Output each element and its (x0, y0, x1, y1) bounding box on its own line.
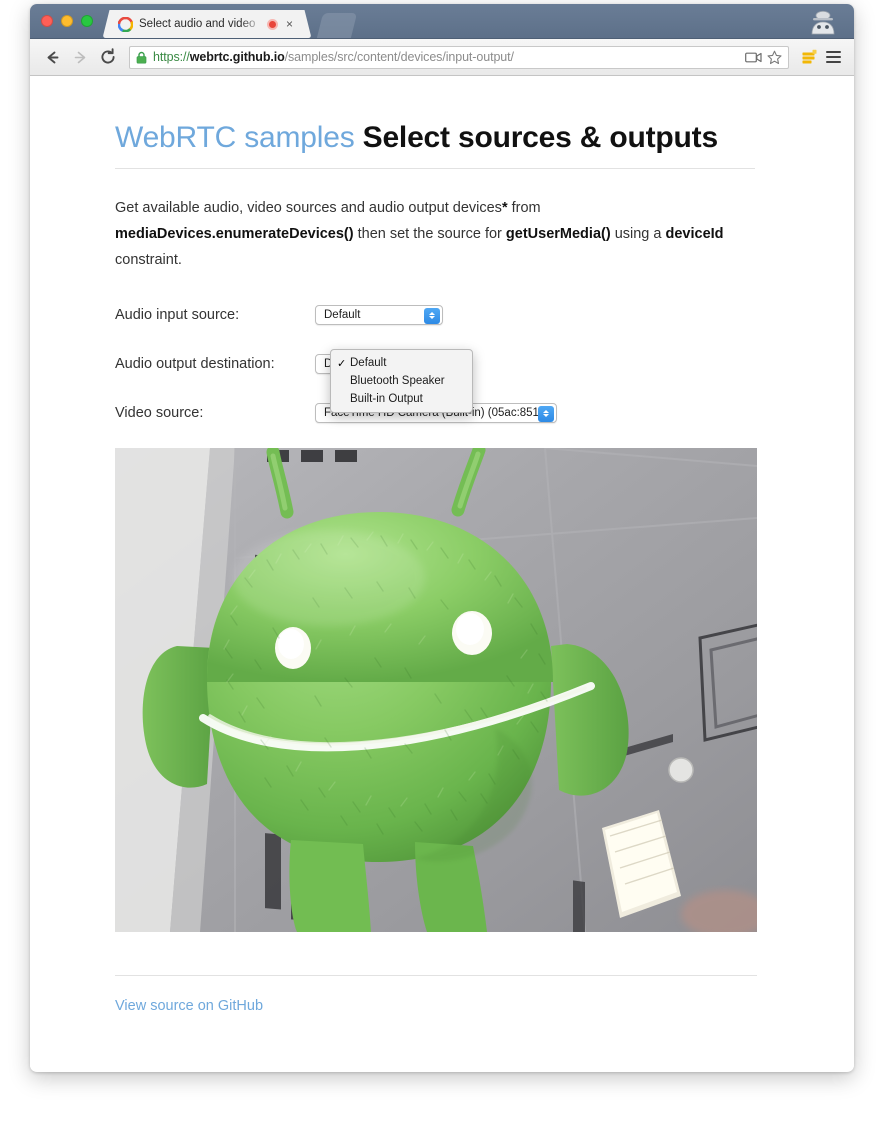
close-tab-icon[interactable]: × (283, 17, 296, 31)
url-host: webrtc.github.io (189, 50, 285, 64)
audio-output-label: Audio output destination: (115, 356, 275, 372)
reload-button[interactable] (95, 44, 121, 70)
audio-input-select[interactable]: Default (315, 305, 443, 325)
forward-button[interactable] (67, 44, 93, 70)
page-title-main: Select sources & outputs (362, 121, 718, 154)
dropdown-option-built-in-output[interactable]: Built-in Output (331, 390, 472, 408)
video-source-label: Video source: (115, 405, 204, 421)
audio-input-value: Default (324, 309, 361, 321)
incognito-person-icon[interactable] (801, 6, 845, 38)
audio-input-label: Audio input source: (115, 307, 240, 323)
webrtc-logo-icon (117, 16, 134, 32)
footer-divider (115, 975, 757, 976)
address-bar[interactable]: https://webrtc.github.io/samples/src/con… (129, 45, 789, 69)
check-icon: ✓ (337, 357, 347, 370)
window-controls (41, 15, 93, 27)
browser-titlebar: Select audio and video × (30, 4, 854, 39)
video-preview-frame (115, 448, 757, 932)
dropdown-option-label: Bluetooth Speaker (350, 375, 445, 387)
intro-code-enumerate-devices: mediaDevices.enumerateDevices() (115, 226, 354, 242)
dropdown-option-label: Default (350, 357, 387, 369)
camera-access-icon[interactable] (745, 51, 762, 64)
dropdown-option-label: Built-in Output (350, 393, 423, 405)
tab-title: Select audio and video (139, 18, 256, 30)
new-tab-button[interactable] (316, 13, 358, 38)
device-selection-form: Audio input source: Default Audio output… (115, 301, 755, 427)
audio-output-dropdown-menu[interactable]: ✓ Default Bluetooth Speaker Built-in Out… (330, 349, 473, 413)
secure-lock-icon (136, 51, 147, 64)
star-icon[interactable] (767, 50, 782, 65)
intro-text-1: Get available audio, video sources and a… (115, 200, 502, 216)
web-page: WebRTC samples Select sources & outputs … (30, 76, 854, 1071)
intro-text-4: using a (610, 226, 666, 242)
browser-toolbar: https://webrtc.github.io/samples/src/con… (30, 39, 854, 76)
recording-dot-icon[interactable] (267, 18, 278, 30)
intro-code-device-id: deviceId (665, 226, 724, 242)
audio-input-row: Audio input source: Default (115, 301, 755, 329)
screen: Select audio and video × https://webrtc.… (0, 0, 882, 1123)
intro-paragraph: Get available audio, video sources and a… (115, 195, 755, 273)
intro-code-get-user-media: getUserMedia() (505, 226, 611, 242)
browser-window: Select audio and video × https://webrtc.… (30, 4, 854, 1072)
dropdown-option-bluetooth-speaker[interactable]: Bluetooth Speaker (331, 372, 472, 390)
page-content: WebRTC samples Select sources & outputs … (115, 120, 757, 1015)
minimize-window-button[interactable] (61, 15, 73, 27)
chevron-updown-icon (538, 405, 554, 422)
intro-text-2: from (507, 200, 541, 216)
view-source-link[interactable]: View source on GitHub (115, 998, 263, 1014)
zoom-window-button[interactable] (81, 15, 93, 27)
hamburger-menu-icon[interactable] (821, 44, 845, 70)
menu-bar-1 (825, 51, 841, 53)
url-text: https://webrtc.github.io/samples/src/con… (153, 50, 740, 64)
url-path: /samples/src/content/devices/input-outpu… (284, 50, 514, 64)
intro-text-3: then set the source for (353, 226, 506, 242)
menu-bar-3 (825, 61, 841, 63)
chevron-updown-icon (424, 307, 440, 324)
extension-icon[interactable] (797, 44, 821, 70)
page-title-brand: WebRTC samples (115, 121, 355, 154)
browser-tab[interactable]: Select audio and video × (112, 10, 302, 38)
back-button[interactable] (39, 44, 65, 70)
page-viewport: WebRTC samples Select sources & outputs … (30, 76, 854, 1071)
video-preview[interactable] (115, 448, 757, 932)
url-scheme: https:// (153, 50, 190, 64)
intro-text-5: constraint. (115, 252, 182, 268)
dropdown-option-default[interactable]: ✓ Default (331, 354, 472, 372)
menu-bar-2 (825, 56, 841, 58)
page-title: WebRTC samples Select sources & outputs (115, 120, 755, 169)
close-window-button[interactable] (41, 15, 53, 27)
